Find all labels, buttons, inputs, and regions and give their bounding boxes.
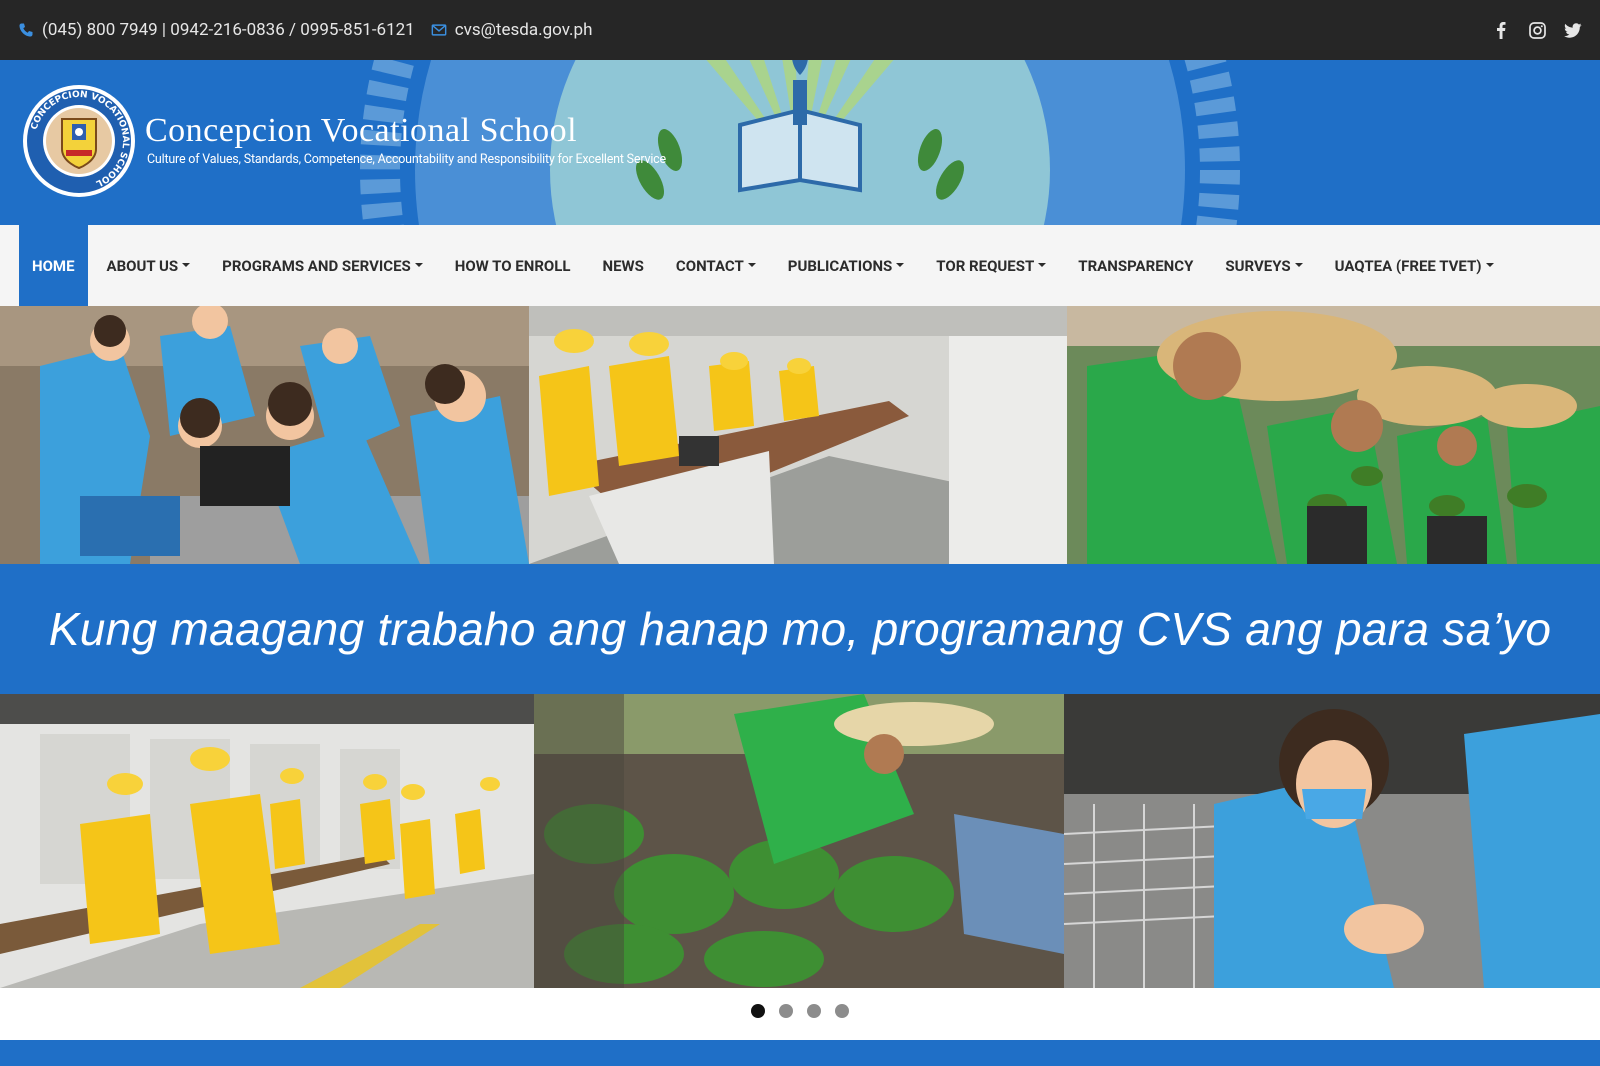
nav-item-label: TOR REQUEST [936,256,1035,275]
top-contact-bar: (045) 800 7949 | 0942-216-0836 / 0995-85… [0,0,1600,60]
photo-student-closeup [1064,694,1600,988]
caret-down-icon [1485,262,1494,267]
caret-down-icon [1294,262,1303,267]
nav-item-uaqtea-free-tvet[interactable]: UAQTEA (FREE TVET) [1322,225,1507,306]
school-logo[interactable]: CONCEPCION VOCATIONAL SCHOOL [22,84,136,198]
photo-workshop-yellow [529,306,1067,564]
nav-item-label: HOW TO ENROLL [454,256,571,275]
nav-item-programs-and-services[interactable]: PROGRAMS AND SERVICES [209,225,436,306]
email-link[interactable]: cvs@tesda.gov.ph [455,20,593,40]
nav-item-surveys[interactable]: SURVEYS [1212,225,1315,306]
photo-agriculture-seedlings [1067,306,1600,564]
photo-students-welding [0,306,529,564]
carousel-indicator-2[interactable] [779,1004,793,1018]
nav-item-publications[interactable]: PUBLICATIONS [775,225,917,306]
nav-item-label: SURVEYS [1225,256,1291,275]
photo-vegetable-garden [534,694,1064,988]
carousel-indicator-4[interactable] [835,1004,849,1018]
nav-item-home[interactable]: HOME [19,225,88,306]
nav-item-contact[interactable]: CONTACT [663,225,769,306]
contact-info: (045) 800 7949 | 0942-216-0836 / 0995-85… [18,0,592,60]
envelope-icon [431,22,447,38]
slogan-banner: Kung maagang trabaho ang hanap mo, progr… [0,564,1600,694]
nav-item-label: CONTACT [675,256,744,275]
nav-item-label: PROGRAMS AND SERVICES [222,256,411,275]
nav-item-transparency[interactable]: TRANSPARENCY [1065,225,1206,306]
main-navigation: HOME ABOUT US PROGRAMS AND SERVICES HOW TO … [0,225,1600,306]
nav-item-label: HOME [32,256,75,275]
nav-item-about-us[interactable]: ABOUT US [94,225,204,306]
facebook-icon[interactable] [1492,21,1510,39]
caret-down-icon [747,262,756,267]
caret-down-icon [414,262,423,267]
carousel-indicator-1[interactable] [751,1004,765,1018]
instagram-icon[interactable] [1528,21,1546,39]
carousel-indicators [0,1004,1600,1028]
brand-title[interactable]: Concepcion Vocational School [145,112,577,150]
nav-item-tor-request[interactable]: TOR REQUEST [923,225,1059,306]
caret-down-icon [896,262,905,267]
caret-down-icon [1038,262,1047,267]
caret-down-icon [182,262,191,267]
nav-item-label: UAQTEA (FREE TVET) [1334,256,1482,275]
twitter-icon[interactable] [1564,21,1582,39]
hero-carousel: Kung maagang trabaho ang hanap mo, progr… [0,306,1600,988]
phone-icon [18,22,34,38]
photo-electrical-lab [0,694,534,988]
nav-item-news[interactable]: NEWS [590,225,657,306]
nav-item-label: PUBLICATIONS [787,256,893,275]
carousel-indicator-3[interactable] [807,1004,821,1018]
footer-band [0,1040,1600,1066]
social-links [1492,0,1582,60]
brand-tagline: Culture of Values, Standards, Competence… [147,152,666,167]
nav-item-label: NEWS [602,256,644,275]
nav-item-how-to-enroll[interactable]: HOW TO ENROLL [442,225,584,306]
nav-item-label: ABOUT US [106,256,179,275]
slogan-text: Kung maagang trabaho ang hanap mo, progr… [48,603,1552,655]
phone-numbers[interactable]: (045) 800 7949 | 0942-216-0836 / 0995-85… [42,20,415,40]
nav-item-label: TRANSPARENCY [1078,256,1194,275]
site-header: CONCEPCION VOCATIONAL SCHOOL Concepcion … [0,60,1600,225]
